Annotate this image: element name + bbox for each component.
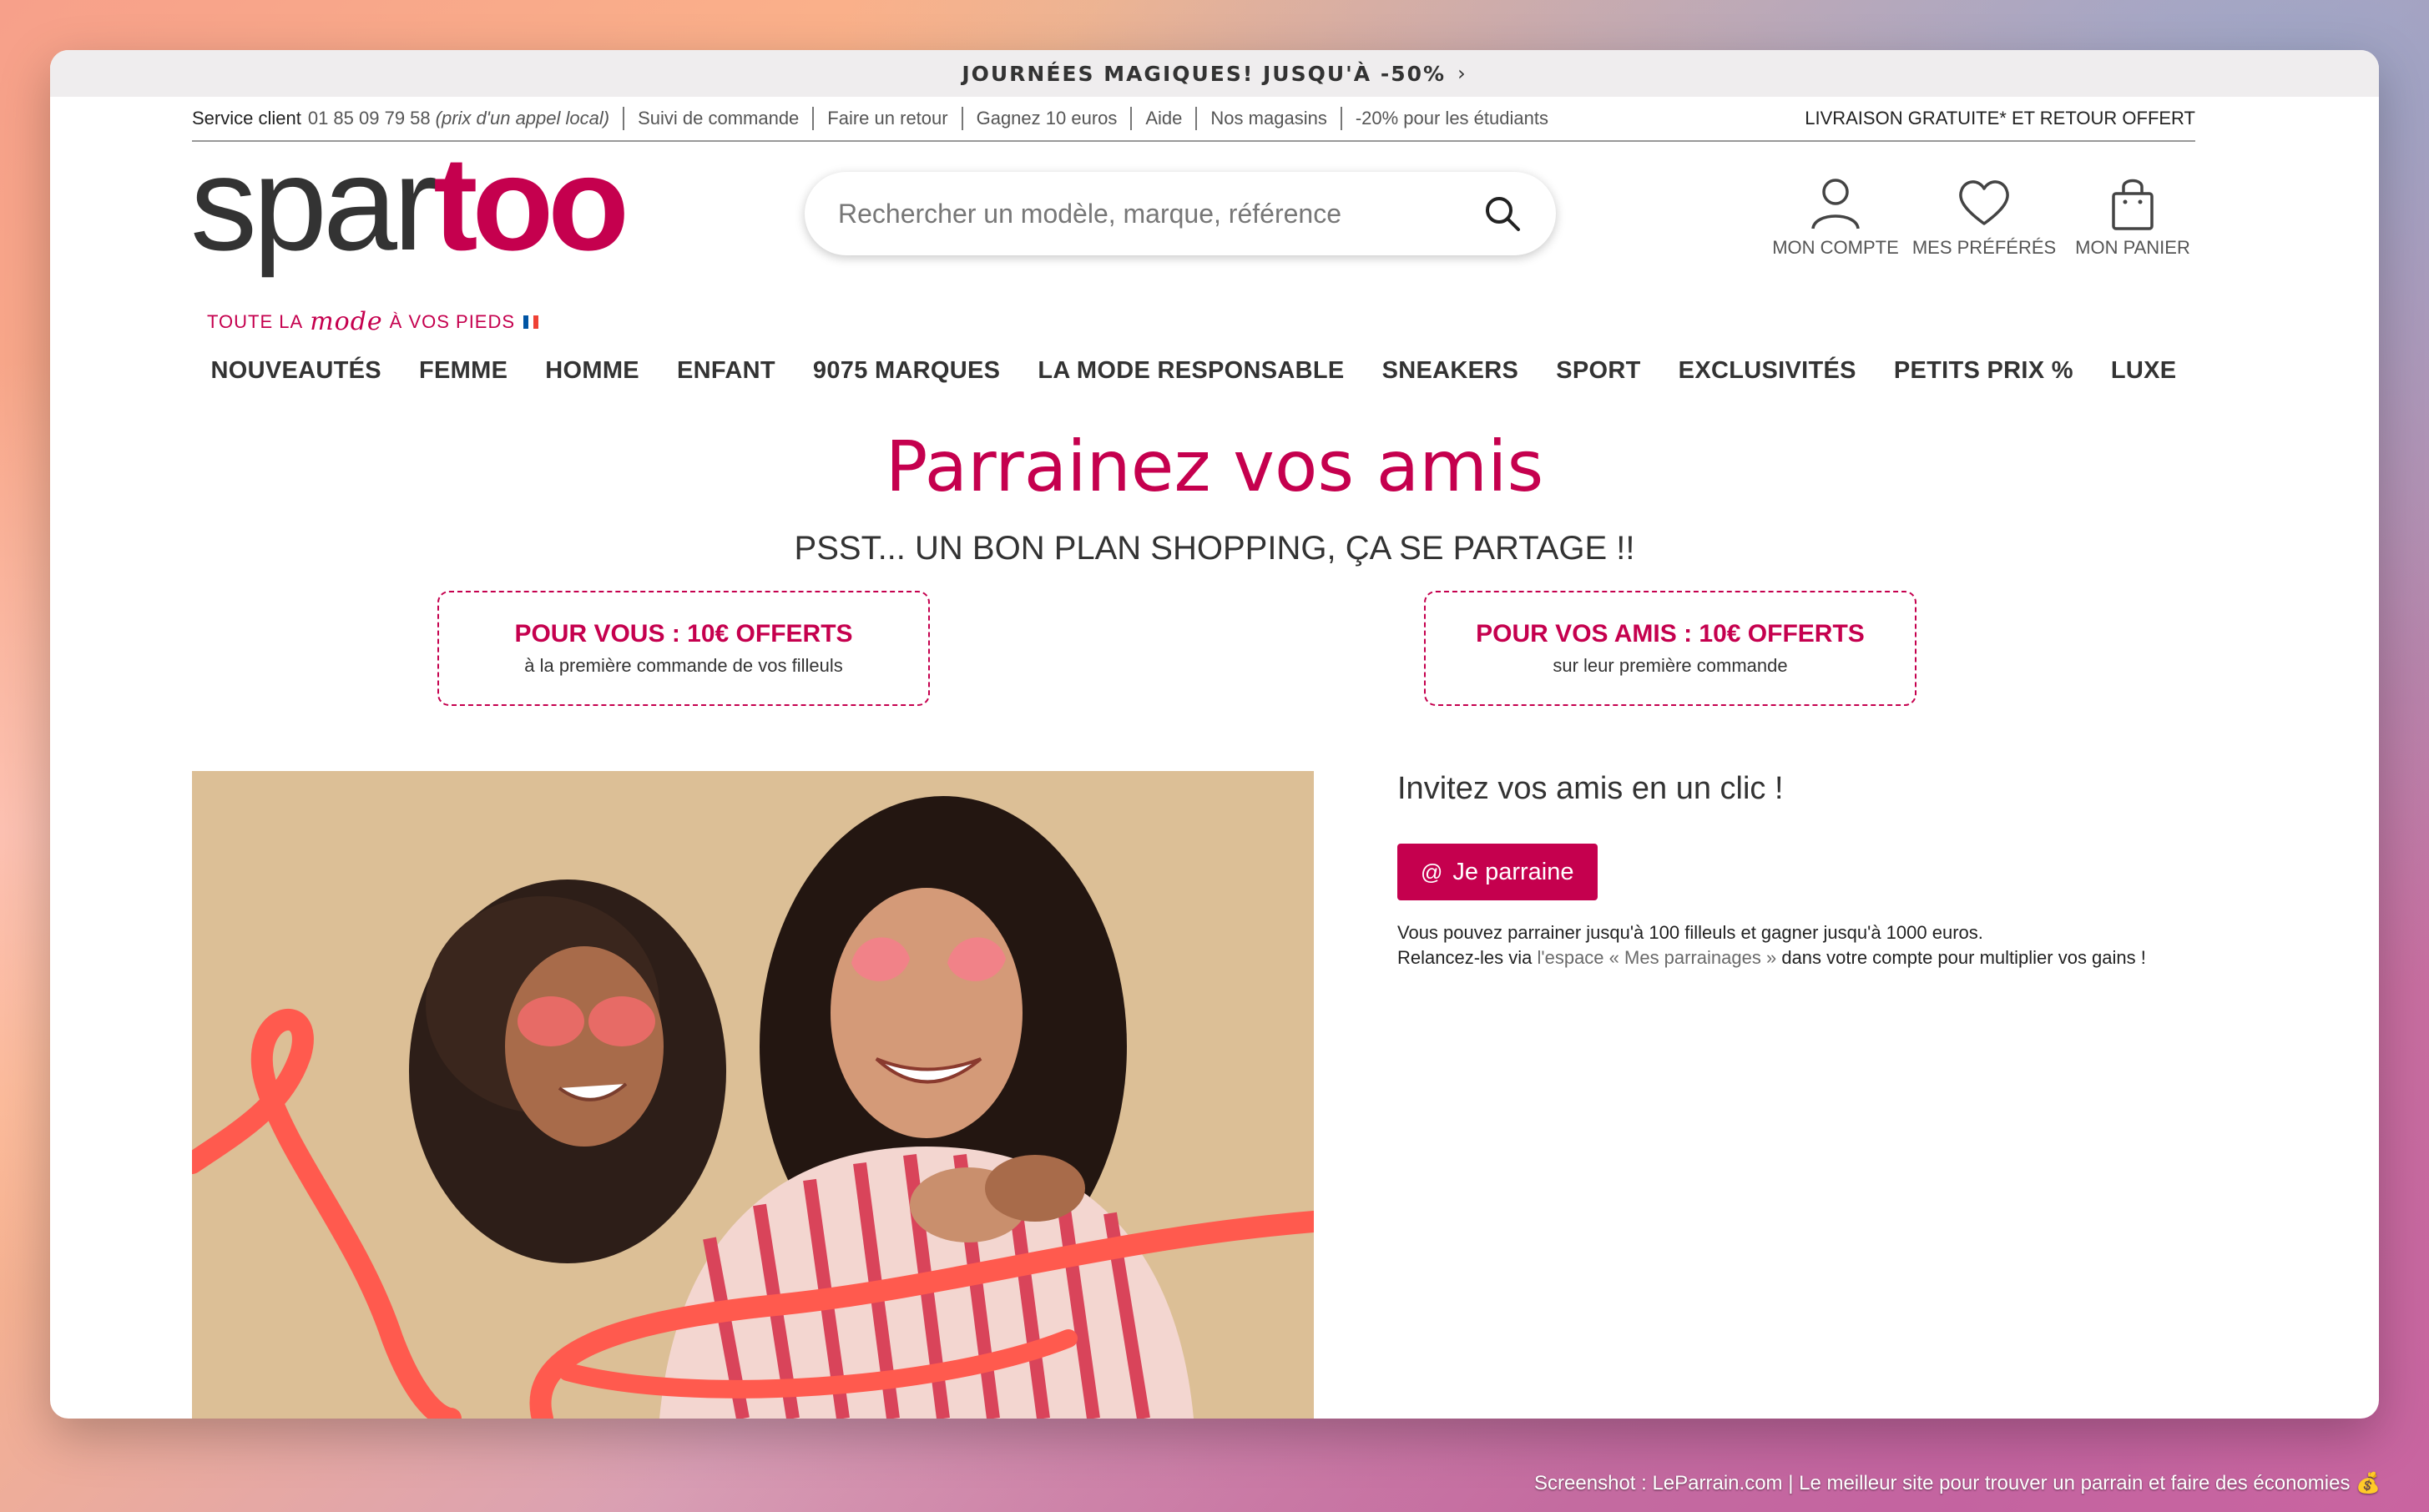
page-title: Parrainez vos amis (885, 426, 1544, 507)
main-navigation: NOUVEAUTÉS FEMME HOMME ENFANT 9075 MARQU… (192, 357, 2195, 385)
at-icon: @ (1421, 859, 1443, 885)
offer-box-you: POUR VOUS : 10€ OFFERTS à la première co… (437, 591, 930, 706)
divider (623, 107, 625, 130)
invite-panel: Invitez vos amis en un clic ! @ Je parra… (1397, 771, 2146, 970)
offer-you-title: POUR VOUS : 10€ OFFERTS (514, 620, 853, 648)
offer-you-subtitle: à la première commande de vos filleuls (524, 655, 843, 676)
service-client-label: Service client (192, 108, 301, 129)
divider (1195, 107, 1198, 130)
offer-friends-subtitle: sur leur première commande (1553, 655, 1788, 676)
cart-label[interactable]: MON PANIER (2075, 237, 2190, 259)
heart-icon[interactable] (1955, 174, 2013, 232)
nav-item-nouveautes[interactable]: NOUVEAUTÉS (211, 357, 381, 385)
nav-item-homme[interactable]: HOMME (545, 357, 639, 385)
friends-photo (192, 771, 1314, 1419)
link-order-tracking[interactable]: Suivi de commande (638, 108, 799, 129)
french-flag-icon (523, 315, 539, 329)
invite-text-2-start: Relancez-les via (1397, 947, 1538, 968)
free-delivery-text[interactable]: LIVRAISON GRATUITE* ET RETOUR OFFERT (1805, 108, 2195, 129)
nav-item-sport[interactable]: SPORT (1556, 357, 1640, 385)
screenshot-caption: Screenshot : LeParrain.com | Le meilleur… (1534, 1472, 2381, 1494)
link-students[interactable]: -20% pour les étudiants (1356, 108, 1548, 129)
divider (812, 107, 815, 130)
link-help[interactable]: Aide (1145, 108, 1182, 129)
invite-description: Vous pouvez parrainer jusqu'à 100 filleu… (1397, 920, 2146, 970)
divider (1340, 107, 1342, 130)
account-actions: MON COMPTE MES PRÉFÉRÉS MON PANIER (1772, 174, 2195, 259)
logo-text-part1: spar (190, 129, 437, 278)
nav-item-petits-prix[interactable]: PETITS PRIX % (1894, 357, 2073, 385)
spartoo-logo[interactable]: spartoo TOUTE LA mode À VOS PIEDS (190, 137, 629, 340)
link-return[interactable]: Faire un retour (827, 108, 947, 129)
chevron-right-icon[interactable]: › (1457, 62, 1467, 85)
cart-button[interactable]: MON PANIER (2070, 174, 2195, 259)
phone-note: (prix d'un appel local) (435, 108, 610, 129)
nav-item-sneakers[interactable]: SNEAKERS (1382, 357, 1519, 385)
je-parraine-label[interactable]: Je parraine (1452, 859, 1573, 886)
invite-text-1: Vous pouvez parrainer jusqu'à 100 filleu… (1397, 922, 1983, 943)
nav-item-enfant[interactable]: ENFANT (677, 357, 775, 385)
promo-text[interactable]: JOURNÉES MAGIQUES! JUSQU'À -50% (962, 62, 1446, 86)
user-icon[interactable] (1806, 174, 1865, 232)
favorites-button[interactable]: MES PRÉFÉRÉS (1912, 174, 2056, 259)
nav-item-mode-responsable[interactable]: LA MODE RESPONSABLE (1038, 357, 1344, 385)
logo-text-part2: too (433, 129, 629, 278)
my-account-label[interactable]: MON COMPTE (1772, 237, 1899, 259)
nav-item-exclusivites[interactable]: EXCLUSIVITÉS (1679, 357, 1856, 385)
search-icon[interactable] (1482, 194, 1523, 234)
tagline-start: TOUTE LA (207, 310, 304, 332)
my-account-button[interactable]: MON COMPTE (1772, 174, 1899, 259)
browser-window: JOURNÉES MAGIQUES! JUSQU'À -50% › Servic… (50, 50, 2379, 1419)
page-subtitle: PSST... UN BON PLAN SHOPPING, ÇA SE PART… (794, 530, 1635, 567)
tagline-mode: mode (310, 307, 383, 336)
nav-item-femme[interactable]: FEMME (419, 357, 508, 385)
divider (1130, 107, 1133, 130)
shopping-bag-icon[interactable] (2103, 174, 2162, 232)
je-parraine-button[interactable]: @ Je parraine (1397, 844, 1598, 900)
invite-text-2: Relancez-les via l'espace « Mes parraina… (1397, 945, 2146, 970)
tagline-end: À VOS PIEDS (389, 310, 516, 332)
offer-box-friends: POUR VOS AMIS : 10€ OFFERTS sur leur pre… (1424, 591, 1916, 706)
service-phone[interactable]: 01 85 09 79 58 (308, 108, 431, 129)
link-earn-10[interactable]: Gagnez 10 euros (977, 108, 1118, 129)
divider (961, 107, 963, 130)
link-stores[interactable]: Nos magasins (1210, 108, 1326, 129)
favorites-label[interactable]: MES PRÉFÉRÉS (1912, 237, 2056, 259)
logo-tagline: TOUTE LA mode À VOS PIEDS (207, 307, 539, 336)
invite-title: Invitez vos amis en un clic ! (1397, 771, 1784, 806)
mes-parrainages-link[interactable]: l'espace « Mes parrainages » (1538, 947, 1777, 968)
offer-friends-title: POUR VOS AMIS : 10€ OFFERTS (1476, 620, 1865, 648)
promo-banner[interactable]: JOURNÉES MAGIQUES! JUSQU'À -50% › (50, 50, 2379, 97)
search-input[interactable]: Rechercher un modèle, marque, référence (838, 199, 1482, 229)
nav-item-luxe[interactable]: LUXE (2111, 357, 2177, 385)
nav-item-marques[interactable]: 9075 MARQUES (813, 357, 1000, 385)
invite-text-2-end: dans votre compte pour multiplier vos ga… (1776, 947, 2146, 968)
search-bar[interactable]: Rechercher un modèle, marque, référence (805, 172, 1556, 255)
